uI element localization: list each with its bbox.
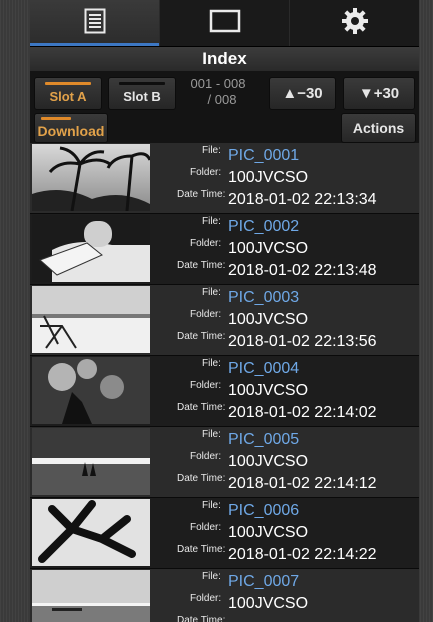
file-key: File: — [202, 571, 221, 582]
slot-b-button[interactable]: Slot B — [108, 77, 176, 110]
file-name: PIC_0004 — [228, 360, 300, 377]
folder-name: 100JVCSO — [228, 595, 309, 612]
app-window: Index Slot A Slot B 001 - 008 / 008 ▲−30… — [30, 0, 419, 622]
thumbnail — [32, 499, 150, 566]
datetime-key: Date Time: — [177, 615, 226, 622]
slot-a-label: Slot A — [49, 89, 87, 104]
tab-settings[interactable] — [290, 0, 419, 46]
datetime-key: Date Time: — [177, 544, 226, 555]
datetime-value: 2018-01-02 22:13:34 — [228, 191, 377, 208]
slot-b-label: Slot B — [123, 89, 161, 104]
list-item[interactable]: File: PIC_0004 Folder: 100JVCSO Date Tim… — [30, 356, 419, 427]
download-indicator — [41, 117, 71, 120]
file-meta: File: PIC_0002 Folder: 100JVCSO Date Tim… — [150, 214, 419, 284]
list-item[interactable]: File: PIC_0001 Folder: 100JVCSO Date Tim… — [30, 143, 419, 214]
rectangle-icon — [209, 9, 241, 38]
list-item[interactable]: File: PIC_0005 Folder: 100JVCSO Date Tim… — [30, 427, 419, 498]
thumbnail — [32, 428, 150, 495]
file-key: File: — [202, 287, 221, 298]
tab-preview[interactable] — [160, 0, 290, 46]
page-total: / 008 — [207, 92, 237, 107]
thumbnail — [32, 286, 150, 353]
datetime-key: Date Time: — [177, 260, 226, 271]
folder-key: Folder: — [190, 380, 222, 391]
page-forward-button[interactable]: ▼+30 — [343, 77, 415, 110]
file-meta: File: PIC_0006 Folder: 100JVCSO Date Tim… — [150, 498, 419, 568]
folder-key: Folder: — [190, 593, 222, 604]
thumbnail — [32, 570, 150, 622]
datetime-key: Date Time: — [177, 331, 226, 342]
folder-name: 100JVCSO — [228, 524, 309, 541]
list-item[interactable]: File: PIC_0007 Folder: 100JVCSO Date Tim… — [30, 569, 419, 622]
folder-key: Folder: — [190, 522, 222, 533]
file-key: File: — [202, 500, 221, 511]
download-label: Download — [37, 122, 105, 139]
page-range: 001 - 008 — [190, 76, 246, 91]
datetime-key: Date Time: — [177, 402, 226, 413]
file-list: File: PIC_0001 Folder: 100JVCSO Date Tim… — [30, 143, 419, 622]
datetime-value: 2018-01-02 22:14:02 — [228, 404, 377, 421]
file-key: File: — [202, 358, 221, 369]
list-icon — [84, 8, 106, 39]
folder-name: 100JVCSO — [228, 169, 309, 186]
slot-a-indicator — [45, 82, 91, 85]
page-back-button[interactable]: ▲−30 — [269, 77, 336, 110]
folder-name: 100JVCSO — [228, 240, 309, 257]
slot-b-indicator — [119, 82, 165, 85]
file-name: PIC_0007 — [228, 573, 300, 590]
file-key: File: — [202, 145, 221, 156]
folder-name: 100JVCSO — [228, 453, 309, 470]
folder-name: 100JVCSO — [228, 311, 309, 328]
file-name: PIC_0001 — [228, 147, 300, 164]
actions-button[interactable]: Actions — [341, 113, 416, 143]
download-button[interactable]: Download — [34, 113, 108, 143]
folder-key: Folder: — [190, 309, 222, 320]
file-meta: File: PIC_0001 Folder: 100JVCSO Date Tim… — [150, 143, 419, 213]
top-tab-bar — [30, 0, 419, 47]
slot-a-button[interactable]: Slot A — [34, 77, 102, 110]
file-meta: File: PIC_0007 Folder: 100JVCSO Date Tim… — [150, 569, 419, 622]
thumbnail — [32, 144, 150, 211]
datetime-value: 2018-01-02 22:14:12 — [228, 475, 377, 492]
list-item[interactable]: File: PIC_0003 Folder: 100JVCSO Date Tim… — [30, 285, 419, 356]
list-item[interactable]: File: PIC_0002 Folder: 100JVCSO Date Tim… — [30, 214, 419, 285]
gear-icon — [341, 7, 369, 40]
datetime-value: 2018-01-02 22:13:56 — [228, 333, 377, 350]
datetime-key: Date Time: — [177, 473, 226, 484]
folder-key: Folder: — [190, 451, 222, 462]
file-name: PIC_0002 — [228, 218, 300, 235]
file-name: PIC_0006 — [228, 502, 300, 519]
tab-index[interactable] — [30, 0, 160, 46]
folder-name: 100JVCSO — [228, 382, 309, 399]
datetime-value: 2018-01-02 22:13:48 — [228, 262, 377, 279]
thumbnail — [32, 215, 150, 282]
page-indicator: 001 - 008 / 008 — [182, 76, 254, 112]
list-item[interactable]: File: PIC_0006 Folder: 100JVCSO Date Tim… — [30, 498, 419, 569]
file-meta: File: PIC_0005 Folder: 100JVCSO Date Tim… — [150, 427, 419, 497]
datetime-key: Date Time: — [177, 189, 226, 200]
datetime-value: 2018-01-02 22:14:22 — [228, 546, 377, 563]
file-key: File: — [202, 216, 221, 227]
thumbnail — [32, 357, 150, 424]
file-name: PIC_0005 — [228, 431, 300, 448]
folder-key: Folder: — [190, 167, 222, 178]
file-meta: File: PIC_0004 Folder: 100JVCSO Date Tim… — [150, 356, 419, 426]
file-key: File: — [202, 429, 221, 440]
file-meta: File: PIC_0003 Folder: 100JVCSO Date Tim… — [150, 285, 419, 355]
page-title: Index — [30, 47, 419, 71]
file-name: PIC_0003 — [228, 289, 300, 306]
folder-key: Folder: — [190, 238, 222, 249]
